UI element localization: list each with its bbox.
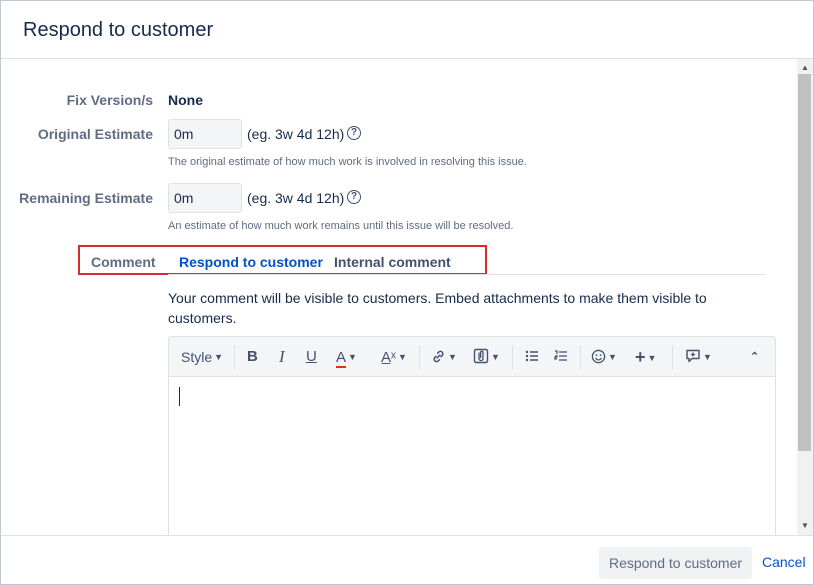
italic-button[interactable]: I bbox=[279, 348, 285, 366]
comment-tabs: Comment Respond to customer Internal com… bbox=[78, 245, 487, 275]
scrollbar-thumb[interactable] bbox=[798, 74, 811, 451]
tab-internal-comment[interactable]: Internal comment bbox=[334, 254, 451, 270]
underline-button[interactable]: U bbox=[306, 348, 317, 366]
attachment-dropdown[interactable]: ▼ bbox=[473, 348, 500, 366]
attachment-icon bbox=[473, 348, 489, 364]
link-dropdown[interactable]: ▼ bbox=[431, 348, 457, 366]
style-dropdown[interactable]: Style ▼ bbox=[181, 348, 223, 366]
comment-textarea[interactable] bbox=[169, 377, 775, 535]
bullet-list-button[interactable] bbox=[525, 348, 539, 366]
respond-dialog: Respond to customer Fix Version/s None O… bbox=[0, 0, 814, 585]
remaining-estimate-label: Remaining Estimate bbox=[19, 190, 153, 206]
comment-editor: Style ▼ B I U A ▼ A̲ˣ ▼ ▼ ▼ ▼ + ▼ ▼ ⌃ bbox=[168, 336, 776, 535]
fix-version-label: Fix Version/s bbox=[66, 92, 153, 108]
emoji-dropdown[interactable]: ▼ bbox=[591, 348, 617, 366]
tab-respond-to-customer[interactable]: Respond to customer bbox=[179, 254, 323, 270]
chevron-double-up-icon: ⌃ bbox=[750, 351, 760, 363]
visibility-note: Your comment will be visible to customer… bbox=[168, 290, 707, 326]
remaining-estimate-description: An estimate of how much work remains unt… bbox=[168, 220, 514, 232]
help-icon[interactable]: ? bbox=[347, 126, 361, 140]
bold-button[interactable]: B bbox=[247, 348, 258, 366]
more-formatting-dropdown[interactable]: A̲ˣ ▼ bbox=[381, 348, 407, 366]
dialog-title: Respond to customer bbox=[23, 19, 214, 41]
chevron-down-icon: ▼ bbox=[397, 352, 407, 362]
respond-to-customer-button[interactable]: Respond to customer bbox=[599, 547, 752, 579]
tab-comment[interactable]: Comment bbox=[91, 254, 156, 270]
remaining-estimate-hint: (eg. 3w 4d 12h) bbox=[247, 190, 345, 206]
tab-divider bbox=[168, 274, 766, 275]
chevron-down-icon: ▼ bbox=[214, 352, 224, 362]
bullet-list-icon bbox=[525, 350, 538, 362]
toolbar-separator bbox=[512, 345, 513, 369]
dialog-footer: Respond to customer Cancel bbox=[1, 535, 813, 585]
text-color-dropdown[interactable]: A ▼ bbox=[336, 348, 357, 368]
original-estimate-description: The original estimate of how much work i… bbox=[168, 156, 527, 168]
toolbar-separator bbox=[234, 345, 235, 369]
more-formatting-icon: A̲ˣ bbox=[381, 349, 396, 366]
original-estimate-label: Original Estimate bbox=[37, 126, 153, 142]
scroll-down-icon[interactable]: ▼ bbox=[801, 521, 809, 530]
original-estimate-hint: (eg. 3w 4d 12h) bbox=[247, 126, 345, 142]
chevron-down-icon: ▼ bbox=[703, 352, 712, 362]
emoji-icon bbox=[591, 349, 606, 364]
chevron-down-icon: ▼ bbox=[647, 353, 657, 363]
collapse-toolbar-button[interactable]: ⌃ bbox=[750, 348, 759, 366]
canned-response-icon bbox=[686, 349, 700, 363]
dialog-header: Respond to customer bbox=[1, 1, 813, 59]
fix-version-value: None bbox=[168, 92, 203, 108]
toolbar-separator bbox=[672, 345, 673, 369]
editor-toolbar: Style ▼ B I U A ▼ A̲ˣ ▼ ▼ ▼ ▼ + ▼ ▼ ⌃ bbox=[169, 337, 775, 377]
canned-response-dropdown[interactable]: ▼ bbox=[685, 348, 712, 366]
link-icon bbox=[433, 350, 444, 363]
chevron-down-icon: ▼ bbox=[608, 352, 617, 362]
chevron-down-icon: ▼ bbox=[348, 352, 357, 362]
dialog-body: Fix Version/s None Original Estimate (eg… bbox=[1, 59, 797, 535]
original-estimate-input[interactable] bbox=[168, 119, 242, 149]
plus-icon: + bbox=[635, 347, 646, 367]
toolbar-separator bbox=[419, 345, 420, 369]
scroll-up-icon[interactable]: ▲ bbox=[801, 63, 809, 72]
toolbar-separator bbox=[580, 345, 581, 369]
help-icon[interactable]: ? bbox=[347, 190, 361, 204]
style-label: Style bbox=[181, 349, 213, 365]
chevron-down-icon: ▼ bbox=[491, 352, 500, 362]
cancel-link[interactable]: Cancel bbox=[762, 554, 806, 570]
remaining-estimate-input[interactable] bbox=[168, 183, 242, 213]
text-color-icon: A bbox=[336, 349, 347, 368]
chevron-down-icon: ▼ bbox=[448, 352, 457, 362]
numbered-list-icon bbox=[554, 350, 567, 361]
insert-dropdown[interactable]: + ▼ bbox=[635, 348, 656, 366]
numbered-list-button[interactable] bbox=[554, 348, 568, 366]
scrollbar[interactable]: ▲ ▼ bbox=[797, 59, 813, 535]
